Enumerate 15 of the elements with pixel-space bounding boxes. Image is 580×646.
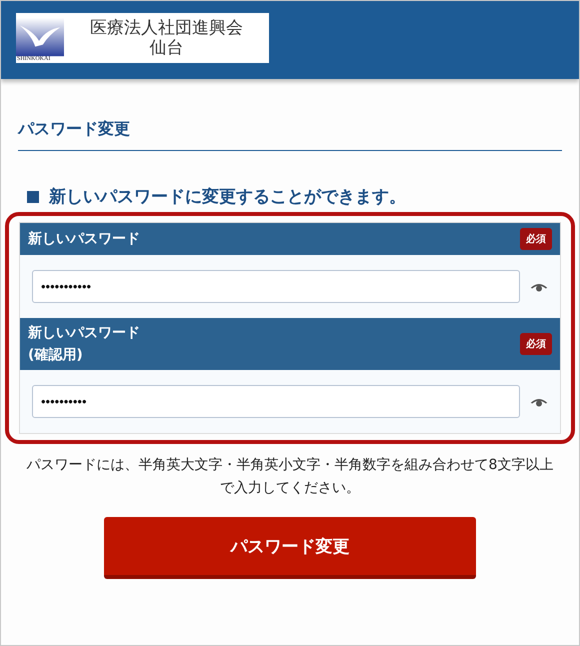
- square-bullet-icon: [27, 190, 39, 202]
- field-label: (確認用): [28, 346, 84, 365]
- password-field[interactable]: ••••••••••: [32, 385, 520, 418]
- field-label: 新しいパスワード: [28, 230, 140, 249]
- required-badge: 必須: [520, 333, 552, 355]
- field-label: 新しいパスワード: [28, 324, 140, 343]
- page-title: パスワード変更: [18, 119, 562, 151]
- password-rule-note: パスワードには、半角英大文字・半角英小文字・半角数字を組み合わせて8文字以上で入力してください。: [26, 456, 554, 498]
- subheading: 新しいパスワードに変更することができます。: [49, 186, 406, 208]
- branch-name: 仙台: [150, 38, 184, 58]
- password-field[interactable]: •••••••••••: [32, 270, 520, 303]
- change-password-button[interactable]: パスワード変更: [104, 517, 476, 579]
- required-badge: 必須: [520, 228, 552, 250]
- bird-logo-icon: [16, 17, 64, 57]
- organization-name: 医療法人社団進興会: [90, 18, 243, 38]
